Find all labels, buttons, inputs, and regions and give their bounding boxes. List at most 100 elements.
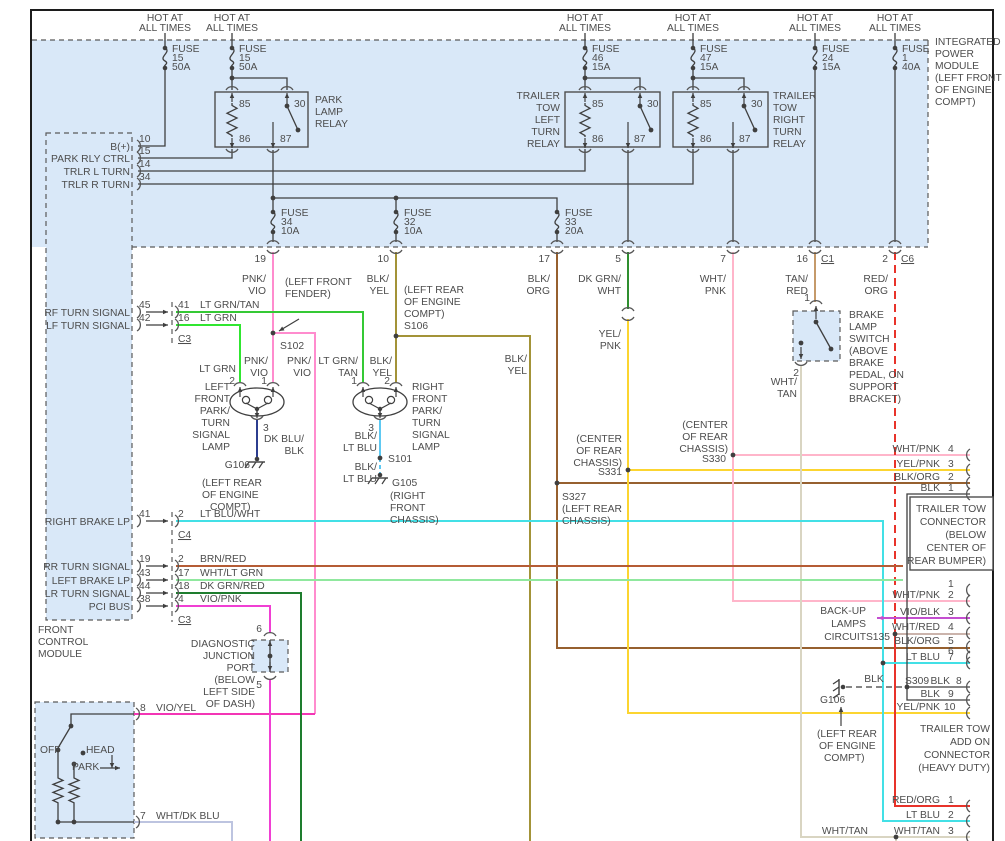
junction-dot-2: [690, 75, 696, 81]
junction-dot-5: [270, 330, 276, 336]
fuse-dot-3-1: [690, 65, 696, 71]
label-10: 10: [139, 134, 151, 145]
label-wht-lt-grn: WHT/LT GRN: [200, 568, 263, 579]
label-park: PARK: [315, 95, 342, 106]
label-blk-: BLK/: [505, 354, 527, 365]
junction-dot-4: [393, 195, 399, 201]
junction-dot-9: [730, 452, 736, 458]
label-41: 41: [178, 300, 190, 311]
fuse-dot-3-0: [690, 45, 696, 51]
label-vio-blk: VIO/BLK: [900, 607, 940, 618]
label-blk: BLK: [921, 483, 941, 494]
label-pnk: PNK: [705, 286, 726, 297]
label-blk-: BLK/: [355, 462, 377, 473]
label-front: FRONT: [195, 394, 231, 405]
label-3: 3: [948, 607, 954, 618]
label-lamp: LAMP: [412, 442, 440, 453]
fuse-dot-5-0: [892, 45, 898, 51]
label--center: (CENTER: [682, 420, 728, 431]
label-blk-: BLK/: [370, 356, 392, 367]
label-1: 1: [948, 483, 954, 494]
label-integrated: INTEGRATED: [935, 37, 1001, 48]
fuse-dot-0-1: [162, 65, 168, 71]
label-left: LEFT: [535, 115, 561, 126]
label-g106: G106: [225, 460, 250, 471]
label-3: 3: [948, 826, 954, 837]
label-86: 86: [700, 134, 712, 145]
label-30: 30: [647, 99, 659, 110]
label-front: FRONT: [412, 394, 448, 405]
label-relay: RELAY: [527, 139, 560, 150]
label-lamp: LAMP: [849, 322, 877, 333]
label--below: (BELOW: [945, 530, 986, 541]
label-lt-grn: LT GRN: [200, 313, 237, 324]
label-lt-blu: LT BLU: [906, 810, 940, 821]
label-lt-blu-wht: LT BLU/WHT: [200, 509, 261, 520]
label-off: OFF: [40, 745, 61, 756]
junction-dot-15: [284, 103, 290, 109]
label-10: 10: [378, 254, 390, 265]
label-all-times: ALL TIMES: [869, 23, 921, 34]
label-14: 14: [139, 159, 151, 170]
label-g105: G105: [392, 478, 417, 489]
label-lt-blu: LT BLU: [343, 474, 377, 485]
label-wht-pnk: WHT/PNK: [893, 444, 941, 455]
label-blk-: BLK/: [367, 274, 389, 285]
label--above: (ABOVE: [849, 346, 888, 357]
junction-dot-24: [267, 653, 273, 659]
fuse-dot-5-1: [892, 65, 898, 71]
label-34: 34: [139, 172, 151, 183]
label-blk-: BLK/: [528, 274, 550, 285]
label-dk-grn-: DK GRN/: [578, 274, 621, 285]
label-vio: VIO: [248, 286, 266, 297]
label-rf-turn-signal: RF TURN SIGNAL: [44, 308, 130, 319]
label-tan: TAN: [777, 389, 797, 400]
label-19: 19: [255, 254, 267, 265]
label-7: 7: [140, 811, 146, 822]
fuse-dot-0-0: [162, 45, 168, 51]
label-yel-pnk: YEL/PNK: [897, 702, 941, 713]
label-16: 16: [178, 313, 190, 324]
label-43: 43: [139, 568, 151, 579]
label-lamp: LAMP: [315, 107, 343, 118]
fuse-dot-4-0: [812, 45, 818, 51]
label-chassis-: CHASSIS): [390, 515, 439, 526]
label-lt-grn-: LT GRN/: [318, 356, 358, 367]
label-left-brake-lp: LEFT BRAKE LP: [52, 576, 130, 587]
junction-dot-0: [229, 75, 235, 81]
label-front: FRONT: [38, 625, 74, 636]
label-chassis-: CHASSIS): [562, 516, 611, 527]
label-lf-turn-signal: LF TURN SIGNAL: [46, 321, 130, 332]
label-2: 2: [178, 554, 184, 565]
fuse-dot-7-0: [393, 209, 399, 215]
label-lt-blu: LT BLU: [906, 652, 940, 663]
label-turn: TURN: [773, 127, 802, 138]
label-left: LEFT: [205, 382, 231, 393]
fuse-dot-8-1: [554, 229, 560, 235]
junction-dot-6: [393, 333, 399, 339]
label-15a: 15A: [822, 62, 840, 73]
label-dk-blu-: DK BLU/: [264, 434, 304, 445]
junction-dot-14: [377, 455, 383, 461]
label-pci-bus: PCI BUS: [89, 602, 130, 613]
label-pnk-: PNK/: [242, 274, 266, 285]
label-of-rear: OF REAR: [576, 446, 622, 457]
label-back-up: BACK-UP: [820, 606, 866, 617]
label-8: 8: [956, 676, 962, 687]
label-7: 7: [720, 254, 726, 265]
junction-dot-19: [741, 103, 747, 109]
label-lt-grn-tan: LT GRN/TAN: [200, 300, 260, 311]
label-30: 30: [294, 99, 306, 110]
label-s327: S327: [562, 492, 586, 503]
label-circuit: CIRCUIT: [824, 632, 866, 643]
junction-dot-26: [80, 750, 86, 756]
wiring-diagram-page: HOT AT ALL TIMES HOT AT ALL TIMES HOT AT ALL …: [0, 0, 1005, 841]
label-7: 7: [948, 652, 954, 663]
label-signal: SIGNAL: [412, 430, 450, 441]
label-blk: BLK: [864, 674, 884, 685]
label-of-engine: OF ENGINE: [404, 297, 461, 308]
label-c3: C3: [178, 334, 191, 345]
label-all-times: ALL TIMES: [559, 23, 611, 34]
label-pedal-on: PEDAL, ON: [849, 370, 904, 381]
label-wht-pnk: WHT/PNK: [893, 590, 941, 601]
